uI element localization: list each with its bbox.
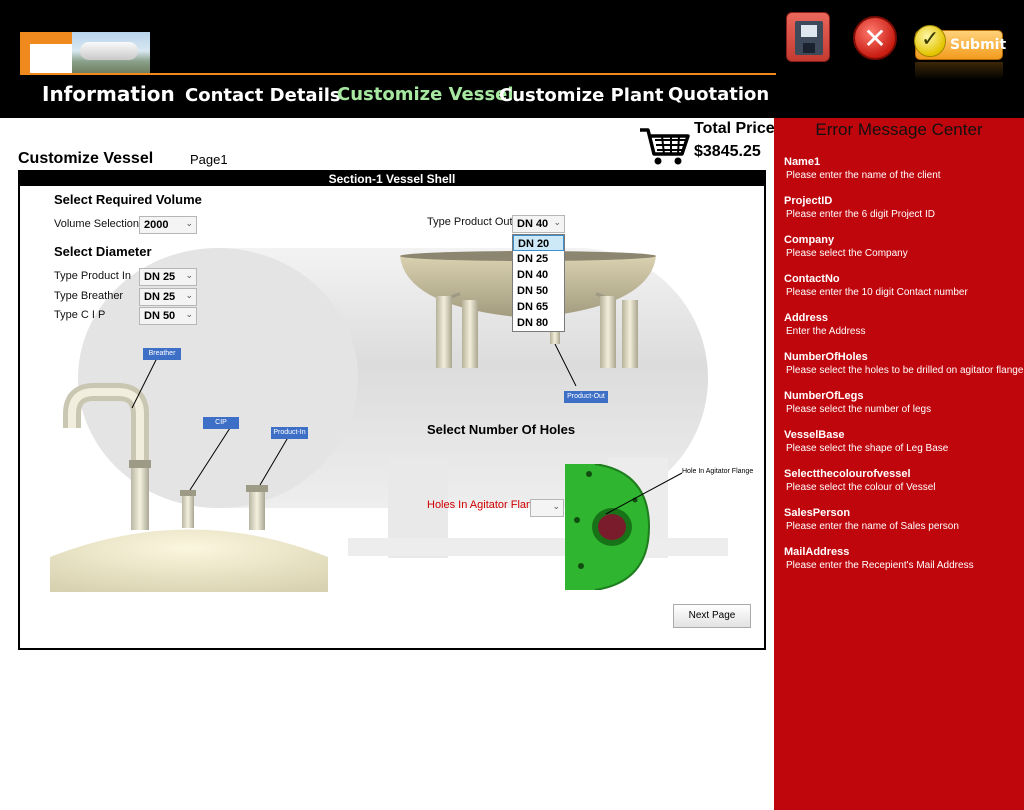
tab-customize-plant[interactable]: Customize Plant bbox=[499, 85, 664, 106]
product-in-label: Type Product In bbox=[54, 270, 132, 282]
error-message: Please enter the Recepient's Mail Addres… bbox=[786, 560, 974, 571]
product-in-tag: Product-In bbox=[271, 427, 308, 439]
cip-value: DN 50 bbox=[144, 310, 176, 322]
submit-reflection bbox=[915, 62, 1003, 80]
volume-heading: Select Required Volume bbox=[54, 192, 202, 207]
error-field-name: NumberOfHoles bbox=[784, 351, 868, 363]
total-price-label: Total Price bbox=[694, 120, 775, 137]
product-out-dropdown: DN 20 DN 25 DN 40 DN 50 DN 65 DN 80 bbox=[512, 234, 565, 332]
error-item: VesselBase Please select the shape of Le… bbox=[784, 429, 948, 454]
error-message: Please select the holes to be drilled on… bbox=[786, 365, 1024, 376]
dropdown-option[interactable]: DN 50 bbox=[513, 283, 564, 299]
error-item: NumberOfLegs Please select the number of… bbox=[784, 390, 931, 415]
error-message-center: Error Message Center Name1 Please enter … bbox=[774, 118, 1024, 810]
error-field-name: SalesPerson bbox=[784, 507, 851, 519]
error-item: SalesPerson Please enter the name of Sal… bbox=[784, 507, 959, 532]
chevron-down-icon: ⌄ bbox=[185, 218, 193, 228]
cip-tag: CIP bbox=[203, 417, 239, 429]
app-header: Information Contact Details Customize Ve… bbox=[0, 0, 1024, 118]
error-message: Please select the number of legs bbox=[786, 404, 932, 415]
error-field-name: VesselBase bbox=[784, 429, 845, 441]
submit-button[interactable]: Submit bbox=[914, 25, 1007, 60]
next-page-button[interactable]: Next Page bbox=[673, 604, 751, 628]
error-message: Enter the Address bbox=[786, 326, 866, 337]
cip-select[interactable]: DN 50 ⌄ bbox=[139, 307, 197, 325]
product-in-select[interactable]: DN 25 ⌄ bbox=[139, 268, 197, 286]
chevron-down-icon: ⌄ bbox=[185, 290, 193, 300]
cart-icon bbox=[640, 128, 690, 165]
vessel-top-nozzles-diagram bbox=[50, 355, 328, 592]
breather-select[interactable]: DN 25 ⌄ bbox=[139, 288, 197, 306]
page-title: Customize Vessel bbox=[18, 150, 154, 167]
volume-select-value: 2000 bbox=[144, 219, 169, 231]
dropdown-option[interactable]: DN 65 bbox=[513, 299, 564, 315]
breather-label: Type Breather bbox=[54, 290, 124, 302]
error-item: Company Please select the Company bbox=[784, 234, 908, 259]
volume-select[interactable]: 2000 ⌄ bbox=[139, 216, 197, 234]
tab-information[interactable]: Information bbox=[42, 82, 175, 106]
error-message: Please select the Company bbox=[786, 248, 908, 259]
logo-inner bbox=[30, 44, 72, 74]
tab-quotation[interactable]: Quotation bbox=[668, 84, 769, 105]
error-message: Please enter the name of Sales person bbox=[786, 521, 959, 532]
error-field-name: ContactNo bbox=[784, 273, 840, 285]
error-message: Please select the shape of Leg Base bbox=[786, 443, 949, 454]
diameter-heading: Select Diameter bbox=[54, 244, 152, 259]
error-field-name: NumberOfLegs bbox=[784, 390, 864, 402]
hole-flange-tag: Hole In Agitator Flange bbox=[682, 468, 754, 475]
error-item: Address Enter the Address bbox=[784, 312, 866, 337]
error-field-name: Address bbox=[784, 312, 829, 324]
total-price-value: $3845.25 bbox=[694, 143, 761, 160]
submit-label: Submit bbox=[950, 37, 1007, 53]
tab-contact-details[interactable]: Contact Details bbox=[185, 85, 341, 106]
page-number: Page1 bbox=[190, 152, 228, 167]
error-message: Please select the colour of Vessel bbox=[786, 482, 936, 493]
breather-tag: Breather bbox=[143, 348, 181, 360]
dropdown-option[interactable]: DN 80 bbox=[513, 315, 564, 331]
error-item: ContactNo Please enter the 10 digit Cont… bbox=[784, 273, 968, 298]
error-field-name: Company bbox=[784, 234, 835, 246]
chevron-down-icon: ⌄ bbox=[185, 270, 193, 280]
cip-label: Type C I P bbox=[54, 309, 106, 321]
error-item: ProjectID Please enter the 6 digit Proje… bbox=[784, 195, 935, 220]
dropdown-option[interactable]: DN 20 bbox=[513, 235, 564, 251]
dropdown-option[interactable]: DN 40 bbox=[513, 267, 564, 283]
error-item: NumberOfHoles Please select the holes to… bbox=[784, 351, 1023, 376]
vessel-shell-panel: Section-1 Vessel Shell Select Required V… bbox=[18, 170, 766, 650]
product-out-tag: Product-Out bbox=[564, 391, 608, 403]
flange-leader-line bbox=[605, 472, 683, 515]
error-item: Name1 Please enter the name of the clien… bbox=[784, 156, 941, 181]
header-divider bbox=[20, 73, 776, 75]
error-field-name: Selectthecolourofvessel bbox=[784, 468, 911, 480]
product-out-label: Type Product Out bbox=[427, 216, 513, 228]
volume-label: Volume Selection bbox=[54, 218, 139, 230]
error-item: Selectthecolourofvessel Please select th… bbox=[784, 468, 936, 493]
holes-select[interactable]: ⌄ bbox=[530, 499, 564, 517]
holes-label: Holes In Agitator Flange bbox=[427, 499, 545, 511]
logo-photo bbox=[72, 32, 150, 74]
error-message: Please enter the name of the client bbox=[786, 170, 941, 181]
error-field-name: MailAddress bbox=[784, 546, 850, 558]
chevron-down-icon: ⌄ bbox=[553, 217, 561, 227]
dropdown-option[interactable]: DN 25 bbox=[513, 251, 564, 267]
panel-title: Section-1 Vessel Shell bbox=[20, 172, 764, 186]
chevron-down-icon: ⌄ bbox=[185, 309, 193, 319]
product-in-value: DN 25 bbox=[144, 271, 176, 283]
error-panel-title: Error Message Center bbox=[815, 120, 983, 139]
close-icon[interactable]: ✕ bbox=[853, 16, 897, 60]
chevron-down-icon: ⌄ bbox=[552, 501, 560, 511]
product-out-select[interactable]: DN 40 ⌄ bbox=[512, 215, 565, 233]
save-icon[interactable] bbox=[786, 12, 830, 62]
error-message: Please enter the 10 digit Contact number bbox=[786, 287, 968, 298]
holes-heading: Select Number Of Holes bbox=[427, 422, 576, 437]
error-message: Please enter the 6 digit Project ID bbox=[786, 209, 935, 220]
product-out-value: DN 40 bbox=[517, 218, 549, 230]
error-field-name: Name1 bbox=[784, 156, 821, 168]
tab-customize-vessel[interactable]: Customize Vessel bbox=[337, 84, 514, 105]
error-field-name: ProjectID bbox=[784, 195, 833, 207]
breather-value: DN 25 bbox=[144, 291, 176, 303]
error-item: MailAddress Please enter the Recepient's… bbox=[784, 546, 974, 571]
check-icon bbox=[914, 25, 946, 57]
